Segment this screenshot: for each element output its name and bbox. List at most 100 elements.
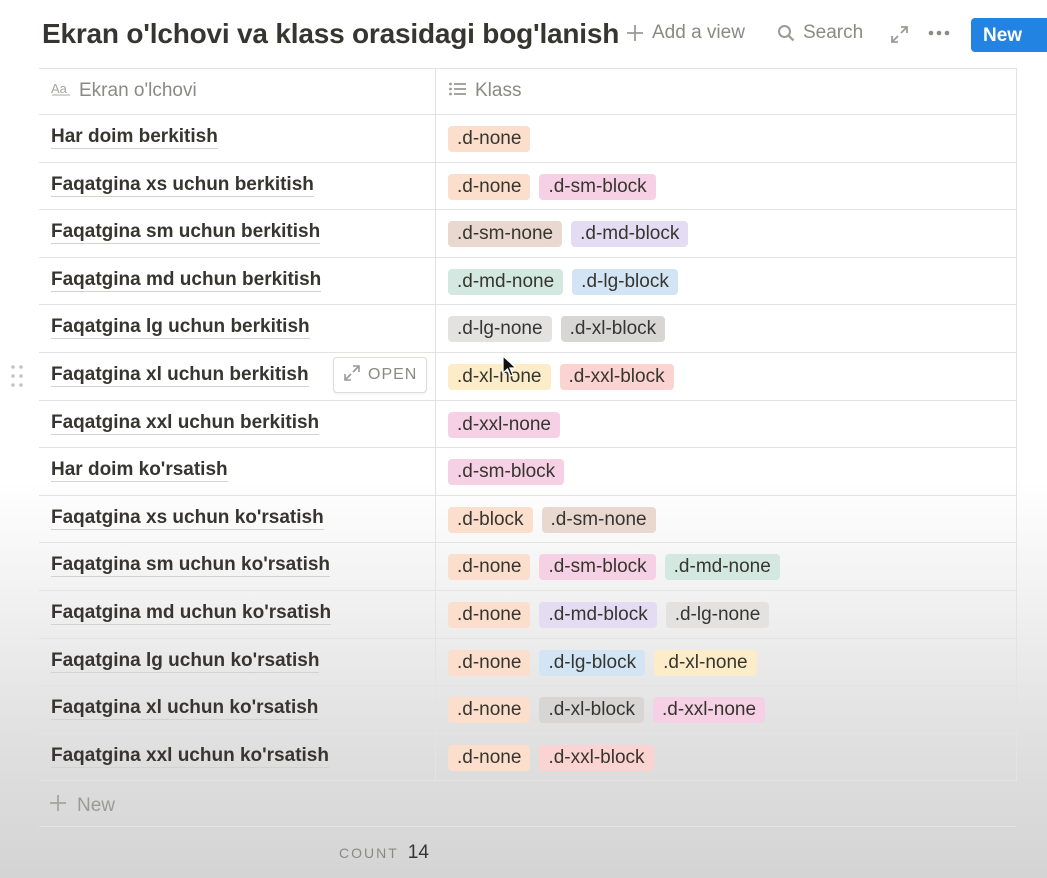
klass-cell[interactable]: .d-md-none .d-lg-block	[448, 269, 678, 295]
row-title[interactable]: Faqatgina lg uchun ko'rsatish	[51, 650, 320, 673]
row-title[interactable]: Faqatgina xl uchun ko'rsatish	[51, 697, 319, 720]
class-tag: .d-sm-block	[448, 459, 565, 485]
row-title[interactable]: Faqatgina xs uchun berkitish	[51, 174, 314, 197]
column-header-label: Ekran o'lchovi	[79, 80, 197, 101]
class-tag: .d-md-none	[664, 554, 780, 580]
class-tag: .d-sm-block	[539, 554, 656, 580]
top-bar: Ekran o'lchovi va klass orasidagi bog'la…	[0, 0, 1047, 68]
add-view-button[interactable]: Add a view	[626, 22, 745, 44]
klass-cell[interactable]: .d-none .d-sm-block .d-md-none	[448, 554, 780, 580]
row-title[interactable]: Har doim ko'rsatish	[51, 459, 228, 482]
class-tag: .d-none	[448, 602, 531, 628]
class-tag: .d-md-none	[448, 269, 564, 295]
klass-cell[interactable]: .d-none .d-xl-block .d-xxl-none	[448, 697, 766, 723]
column-header-label: Klass	[475, 80, 522, 101]
class-tag: .d-md-block	[539, 602, 657, 628]
class-tag: .d-xl-block	[560, 316, 666, 342]
more-icon	[928, 30, 950, 36]
search-button[interactable]: Search	[777, 22, 863, 44]
table-row[interactable]: Har doim ko'rsatish .d-sm-block	[39, 447, 1016, 494]
count-value: 14	[407, 842, 429, 863]
plus-icon	[626, 24, 644, 42]
klass-cell[interactable]: .d-none .d-lg-block .d-xl-none	[448, 650, 757, 676]
row-title[interactable]: Faqatgina sm uchun ko'rsatish	[51, 554, 331, 577]
page-title: Ekran o'lchovi va klass orasidagi bog'la…	[42, 18, 620, 49]
column-header-klass[interactable]: Klass	[449, 68, 521, 114]
expand-button[interactable]	[891, 26, 908, 43]
divider	[39, 826, 1016, 827]
class-tag: .d-xxl-block	[539, 745, 654, 771]
class-tag: .d-xl-block	[539, 697, 645, 723]
class-tag: .d-none	[448, 697, 531, 723]
svg-text:Aa: Aa	[51, 81, 68, 96]
klass-cell[interactable]: .d-block .d-sm-none	[448, 507, 656, 533]
class-tag: .d-none	[448, 650, 531, 676]
class-tag: .d-lg-block	[539, 650, 646, 676]
row-title[interactable]: Faqatgina xl uchun berkitish	[51, 364, 309, 387]
class-tag: .d-md-block	[571, 221, 689, 247]
class-tag: .d-xxl-block	[559, 364, 674, 390]
mouse-cursor-icon	[502, 354, 518, 382]
count-label: COUNT	[339, 845, 399, 861]
table-row[interactable]: Har doim berkitish .d-none	[39, 114, 1016, 161]
klass-cell[interactable]: .d-none .d-md-block .d-lg-none	[448, 602, 770, 628]
expand-icon	[891, 26, 908, 43]
count-summary[interactable]: COUNT 14	[339, 842, 429, 864]
class-tag: .d-sm-none	[541, 507, 656, 533]
klass-cell[interactable]: .d-xl-none .d-xxl-block	[448, 364, 674, 390]
klass-cell[interactable]: .d-none .d-sm-block	[448, 174, 656, 200]
add-view-label: Add a view	[652, 22, 745, 43]
drag-handle-icon[interactable]	[10, 364, 24, 393]
table-row[interactable]: Faqatgina md uchun ko'rsatish .d-none .d-m…	[39, 590, 1016, 637]
add-row-button[interactable]: New	[49, 794, 115, 818]
class-tag: .d-none	[448, 554, 531, 580]
divider	[39, 780, 1016, 781]
klass-cell[interactable]: .d-sm-block	[448, 459, 565, 485]
row-title[interactable]: Faqatgina xs uchun ko'rsatish	[51, 507, 324, 530]
new-button[interactable]: New	[971, 18, 1047, 52]
class-tag: .d-sm-block	[539, 174, 656, 200]
open-row-button[interactable]: OPEN	[333, 357, 427, 393]
class-tag: .d-lg-none	[665, 602, 770, 628]
open-label: OPEN	[368, 366, 418, 383]
row-title[interactable]: Faqatgina xxl uchun ko'rsatish	[51, 745, 329, 768]
list-icon	[449, 80, 467, 102]
row-title[interactable]: Faqatgina md uchun ko'rsatish	[51, 602, 332, 625]
row-title[interactable]: Faqatgina lg uchun berkitish	[51, 316, 310, 339]
table-row[interactable]: Faqatgina xs uchun ko'rsatish .d-block .d-…	[39, 495, 1016, 542]
row-title[interactable]: Faqatgina sm uchun berkitish	[51, 221, 321, 244]
table-right-border	[1016, 68, 1017, 782]
table-row[interactable]: Faqatgina sm uchun berkitish .d-sm-none .d…	[39, 209, 1016, 256]
klass-cell[interactable]: .d-sm-none .d-md-block	[448, 221, 689, 247]
class-tag: .d-lg-block	[572, 269, 678, 295]
search-icon	[777, 24, 795, 42]
table-row[interactable]: Faqatgina sm uchun ko'rsatish .d-none .d-s…	[39, 542, 1016, 589]
class-tag: .d-sm-none	[448, 221, 563, 247]
table-row[interactable]: Faqatgina xxl uchun berkitish .d-xxl-none	[39, 400, 1016, 447]
class-tag: .d-xl-none	[448, 364, 551, 390]
new-row-label: New	[77, 795, 116, 816]
table-row[interactable]: Faqatgina lg uchun berkitish .d-lg-none .d…	[39, 304, 1016, 351]
klass-cell[interactable]: .d-lg-none .d-xl-block	[448, 316, 666, 342]
row-title[interactable]: Faqatgina md uchun berkitish	[51, 269, 322, 292]
more-button[interactable]	[928, 30, 950, 36]
column-header-ekran[interactable]: Aa Ekran o'lchovi	[51, 68, 197, 114]
table-row[interactable]: Faqatgina md uchun berkitish .d-md-none .d…	[39, 257, 1016, 304]
class-tag: .d-xxl-none	[448, 412, 560, 438]
table-row[interactable]: Faqatgina xs uchun berkitish .d-none .d-sm…	[39, 162, 1016, 209]
class-tag: .d-none	[448, 745, 531, 771]
class-tag: .d-lg-none	[448, 316, 552, 342]
open-arrow-icon	[344, 364, 360, 386]
class-tag: .d-block	[448, 507, 533, 533]
table-row[interactable]: Faqatgina xl uchun ko'rsatish .d-none .d-x…	[39, 685, 1016, 732]
row-title[interactable]: Har doim berkitish	[51, 126, 218, 149]
klass-cell[interactable]: .d-none	[448, 126, 531, 152]
row-title[interactable]: Faqatgina xxl uchun berkitish	[51, 412, 320, 435]
table-row[interactable]: Faqatgina xxl uchun ko'rsatish .d-none .d-…	[39, 733, 1016, 780]
table-row[interactable]: Faqatgina lg uchun ko'rsatish .d-none .d-l…	[39, 638, 1016, 685]
search-label: Search	[803, 22, 864, 43]
klass-cell[interactable]: .d-none .d-xxl-block	[448, 745, 654, 771]
klass-cell[interactable]: .d-xxl-none	[448, 412, 560, 438]
class-tag: .d-xxl-none	[653, 697, 766, 723]
table-row[interactable]: Faqatgina xl uchun berkitish OPEN .d-xl-no…	[39, 352, 1016, 399]
